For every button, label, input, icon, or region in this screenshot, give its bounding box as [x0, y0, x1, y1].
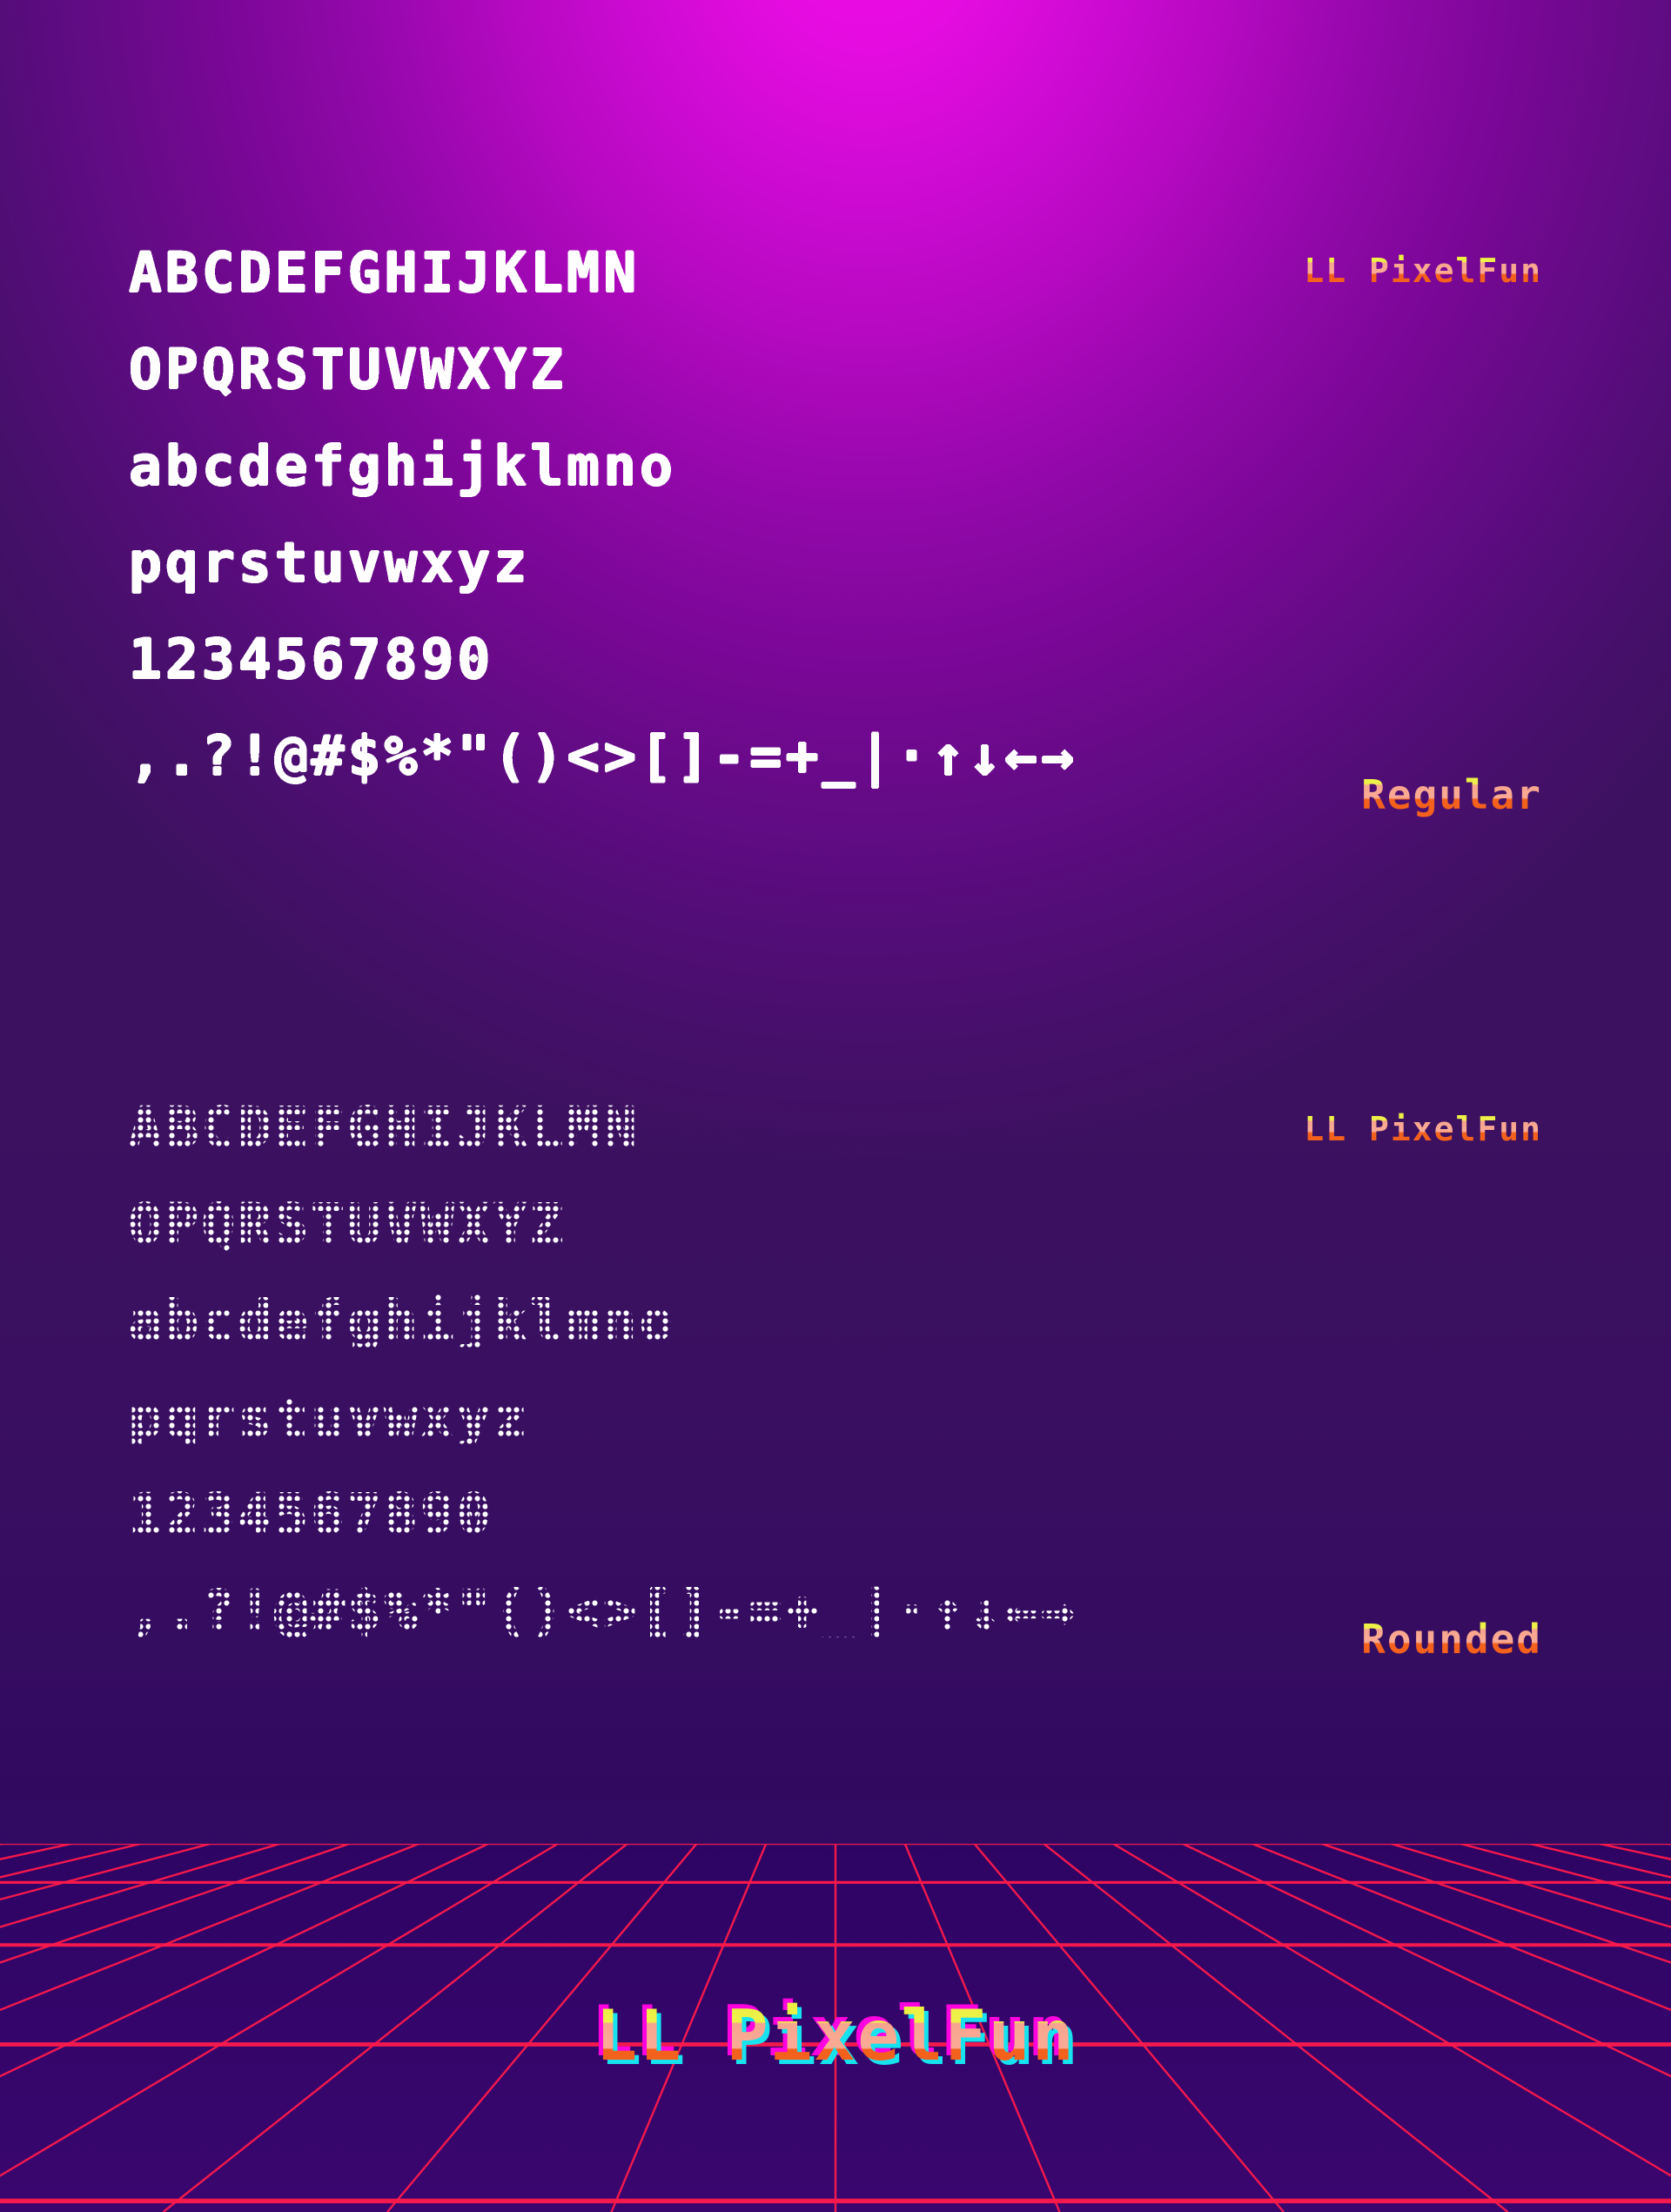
glyph-line-uppercase-1: ABCDEFGHIJKLMN — [129, 241, 641, 305]
glyph-line-uppercase-2: OPQRSTUVWXYZ — [129, 338, 567, 401]
font-specimen-poster: ABCDEFGHIJKLMN OPQRSTUVWXYZ abcdefghijkl… — [0, 0, 1671, 2212]
dot-mask: pqrstuvwxyz — [129, 1386, 531, 1449]
glyph-line-punctuation: ,.?!@#$%*"()<>[]-=+_|·↑↓←→ — [129, 724, 1078, 788]
brand-label-regular: LL PixelFun — [1304, 252, 1542, 290]
glyph-line-numerals: 1234567890 — [129, 1466, 1077, 1563]
glyph-line-lowercase-1: abcdefghijklmno — [129, 1273, 1077, 1369]
glyph-rows-rounded: ABCDEFGHIJKLMN OPQRSTUVWXYZ abcdefghijkl… — [129, 1079, 1077, 1659]
dot-mask: 1234567890 — [129, 1483, 494, 1546]
dot-mask: OPQRSTUVWXYZ — [129, 1193, 567, 1256]
style-label-regular: Regular — [1361, 771, 1542, 818]
glyph-line-uppercase-2: OPQRSTUVWXYZ — [129, 1176, 1077, 1273]
glyph-line-lowercase-2: pqrstuvwxyz — [129, 1369, 1077, 1466]
dot-mask: abcdefghijklmno — [129, 1289, 676, 1353]
footer-logo: LL PixelFun LL PixelFun LL PixelFun — [0, 1997, 1671, 2097]
glyph-line-uppercase-1: ABCDEFGHIJKLMN — [129, 1079, 1077, 1176]
style-label-rounded: Rounded — [1361, 1616, 1542, 1663]
logo-main-text: LL PixelFun — [595, 1995, 1076, 2076]
logo-chromatic-stack: LL PixelFun LL PixelFun LL PixelFun — [591, 1997, 1078, 2075]
glyph-line-numerals: 1234567890 — [129, 628, 494, 691]
glyph-line-lowercase-1: abcdefghijklmno — [129, 434, 676, 498]
glyph-rows-regular: ABCDEFGHIJKLMN OPQRSTUVWXYZ abcdefghijkl… — [129, 225, 1077, 804]
dot-mask: ,.?!@#$%*"()<>[]-=+_|·↑↓←→ — [129, 1579, 1078, 1643]
brand-label-rounded: LL PixelFun — [1304, 1110, 1542, 1148]
dot-mask: ABCDEFGHIJKLMN — [129, 1096, 641, 1160]
glyph-line-lowercase-2: pqrstuvwxyz — [129, 531, 531, 595]
glyph-line-punctuation: ,.?!@#$%*"()<>[]-=+_|·↑↓←→ — [129, 1563, 1077, 1659]
